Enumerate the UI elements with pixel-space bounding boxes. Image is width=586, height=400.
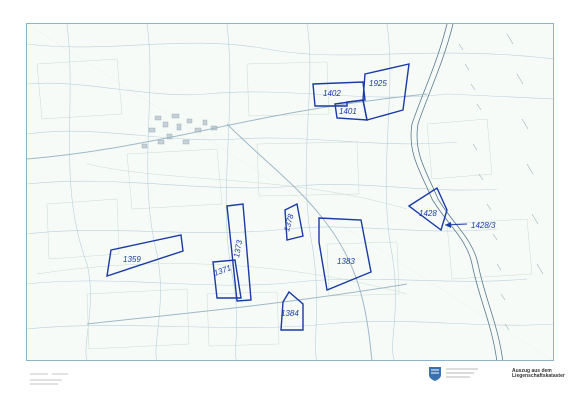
label-1378: 1378 xyxy=(282,212,295,232)
label-1925: 1925 xyxy=(369,79,387,88)
coat-of-arms-logo xyxy=(428,366,442,382)
label-1428: 1428 xyxy=(419,209,437,218)
agency-text-lines xyxy=(446,368,478,378)
title-line-2: Liegenschaftskataster xyxy=(512,373,565,379)
label-1359: 1359 xyxy=(123,255,141,264)
highlighted-parcels xyxy=(106,63,448,331)
map-canvas: 1402 1925 1401 1428 1428/3 1359 1373 137… xyxy=(27,24,553,360)
label-1401: 1401 xyxy=(339,107,357,116)
document-title: Auszug aus dem Liegenschaftskataster xyxy=(512,369,565,379)
agency-text xyxy=(446,367,486,381)
logo-icon xyxy=(429,367,441,381)
label-1383: 1383 xyxy=(337,257,355,266)
arrow-head-icon xyxy=(445,222,451,228)
river xyxy=(410,24,504,360)
footer-left-scribble xyxy=(28,370,88,388)
label-1428-3: 1428/3 xyxy=(471,221,496,230)
village-buildings xyxy=(141,113,218,149)
label-1402: 1402 xyxy=(323,89,341,98)
label-1384: 1384 xyxy=(281,309,299,318)
footer-left-lines xyxy=(30,373,68,385)
cadastral-map: 1402 1925 1401 1428 1428/3 1359 1373 137… xyxy=(26,23,554,361)
label-1371: 1371 xyxy=(213,263,233,278)
parcel-1925[interactable] xyxy=(362,63,410,121)
label-1373: 1373 xyxy=(232,239,244,259)
river-bank-texture xyxy=(458,33,544,331)
